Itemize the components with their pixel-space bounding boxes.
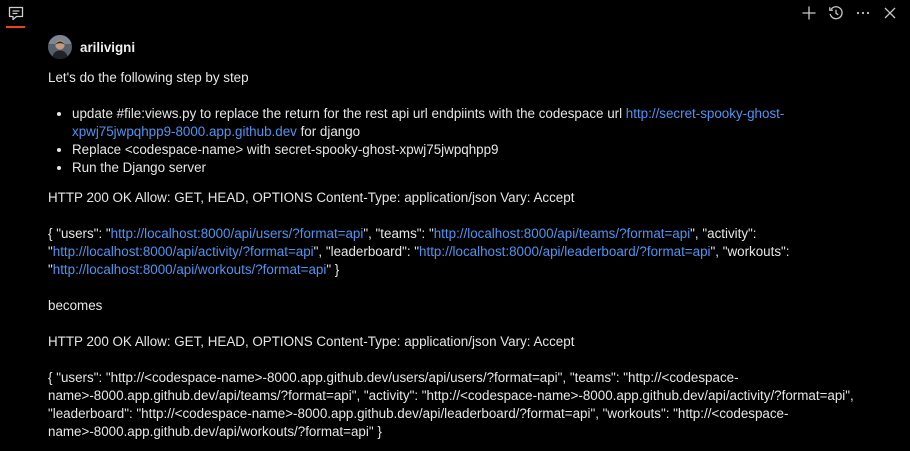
avatar [48, 35, 72, 59]
http-header-text-2: HTTP 200 OK Allow: GET, HEAD, OPTIONS Co… [48, 334, 575, 349]
list-item: Run the Django server [72, 159, 883, 177]
bullet-text: update #file:views.py to replace the ret… [72, 106, 626, 121]
json-response-original: { "users": "http://localhost:8000/api/us… [48, 225, 883, 279]
chat-message: arilivigni Let's do the following step b… [48, 35, 883, 441]
json-text: " } [326, 262, 340, 277]
leaderboard-link[interactable]: http://localhost:8000/api/leaderboard/?f… [419, 244, 710, 259]
username: arilivigni [80, 39, 136, 55]
http-header-text: HTTP 200 OK Allow: GET, HEAD, OPTIONS Co… [48, 190, 575, 205]
workouts-link[interactable]: http://localhost:8000/api/workouts/?form… [53, 262, 327, 277]
close-icon[interactable] [882, 5, 898, 21]
more-icon[interactable] [855, 5, 871, 21]
bullet-text: for django [296, 124, 361, 139]
activity-link[interactable]: http://localhost:8000/api/activity/?form… [53, 244, 314, 259]
step-list: update #file:views.py to replace the ret… [48, 105, 883, 177]
toolbar-actions [801, 5, 898, 21]
chat-icon[interactable] [7, 5, 25, 23]
active-tab-indicator [6, 26, 25, 28]
history-icon[interactable] [828, 5, 844, 21]
list-item: Replace <codespace-name> with secret-spo… [72, 141, 883, 159]
becomes-text: becomes [48, 298, 103, 313]
teams-link[interactable]: http://localhost:8000/api/teams/?format=… [434, 226, 690, 241]
message-header: arilivigni [48, 35, 883, 59]
chat-toolbar [0, 0, 910, 30]
message-intro: Let's do the following step by step [48, 70, 249, 85]
users-link[interactable]: http://localhost:8000/api/users/?format=… [111, 226, 364, 241]
plus-icon[interactable] [801, 5, 817, 21]
json-response-codespace: { "users": "http://<codespace-name>-8000… [48, 370, 854, 439]
json-text: ", "teams": " [363, 226, 434, 241]
json-text: ", "leaderboard": " [313, 244, 420, 259]
list-item: update #file:views.py to replace the ret… [72, 105, 883, 141]
json-text: { "users": " [48, 226, 111, 241]
